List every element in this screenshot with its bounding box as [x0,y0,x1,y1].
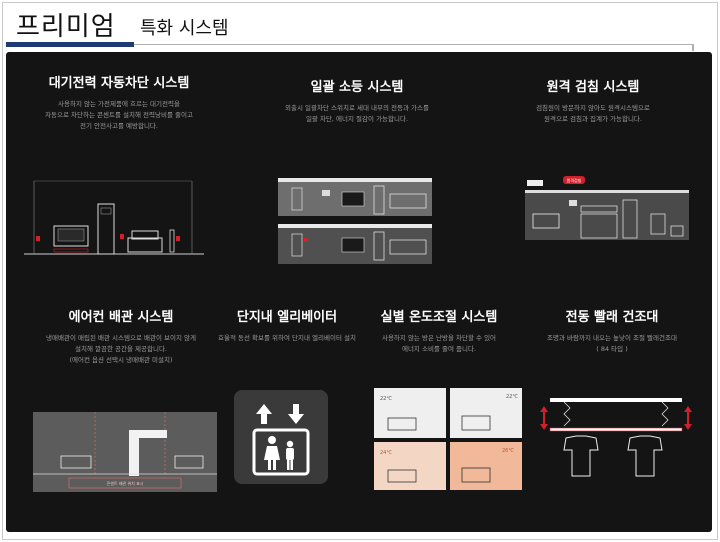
elevator-icon [234,390,328,484]
feature-desc: 사용하지 않는 가전제품에 흐르는 대기전력을 자동으로 차단하는 콘센트를 설… [45,100,193,130]
outlet-caption: 콘센트 배관 위치 표시 [107,480,144,486]
header-divider [128,44,694,45]
standby-power-illustration [24,180,204,255]
feature-clothes-dryer: 전동 빨래 건조대 조명과 바람까지 내오는 높낮이 조절 빨래건조대 ( 84… [514,306,710,355]
feature-desc: 조명과 바람까지 내오는 높낮이 조절 빨래건조대 ( 84 타입 ) [547,334,677,353]
bulk-lights-off-illustration [278,178,432,264]
feature-desc: 외출시 일괄차단 스위치로 세대 내부의 전등과 가스를 일괄 차단, 에너지 … [285,104,429,123]
room-temperature-illustration: 22℃ 22℃ 24℃ 26℃ [374,388,522,490]
feature-remote-metering: 원격 검침 시스템 검침원이 방문하지 않아도 원격시스템으로 원격으로 검침과… [488,76,698,125]
feature-title: 실별 온도조절 시스템 [380,310,498,325]
feature-title: 원격 검침 시스템 [546,80,640,95]
temp-label-1: 22℃ [380,396,392,402]
header-divider-tick [692,44,694,51]
feature-title: 전동 빨래 건조대 [565,310,659,325]
page-subtitle: 특화 시스템 [140,18,229,39]
remote-metering-illustration: 원격검침 [525,176,689,240]
feature-room-temperature: 실별 온도조절 시스템 사용하지 않는 방은 난방을 차단할 수 있어 에너지 … [334,306,544,355]
meter-tag-label: 원격검침 [567,177,582,183]
clothes-dryer-illustration [540,398,692,477]
temp-label-2: 22℃ [506,394,518,400]
feature-desc: 사용하지 않는 방은 난방을 차단할 수 있어 에너지 소비를 줄여 줍니다. [381,334,497,353]
features-panel: 대기전력 자동차단 시스템 사용하지 않는 가전제품에 흐르는 대기전력을 자동… [6,52,712,532]
header-accent-bar [6,42,134,47]
aircon-piping-illustration: 콘센트 배관 위치 표시 [33,412,217,492]
page-header: 프리미엄 특화 시스템 [0,0,720,51]
page-title: 프리미엄 [16,12,116,42]
feature-bulk-lights-off: 일괄 소등 시스템 외출시 일괄차단 스위치로 세대 내부의 전등과 가스를 일… [252,76,462,125]
temp-label-3: 24℃ [380,450,392,456]
feature-standby-power: 대기전력 자동차단 시스템 사용하지 않는 가전제품에 흐르는 대기전력을 자동… [14,72,224,132]
feature-desc: 검침원이 방문하지 않아도 원격시스템으로 원격으로 검침과 집계가 가능합니다… [536,104,650,123]
feature-title: 대기전력 자동차단 시스템 [48,76,190,91]
feature-title: 일괄 소등 시스템 [310,80,404,95]
temp-label-4: 26℃ [502,448,514,454]
